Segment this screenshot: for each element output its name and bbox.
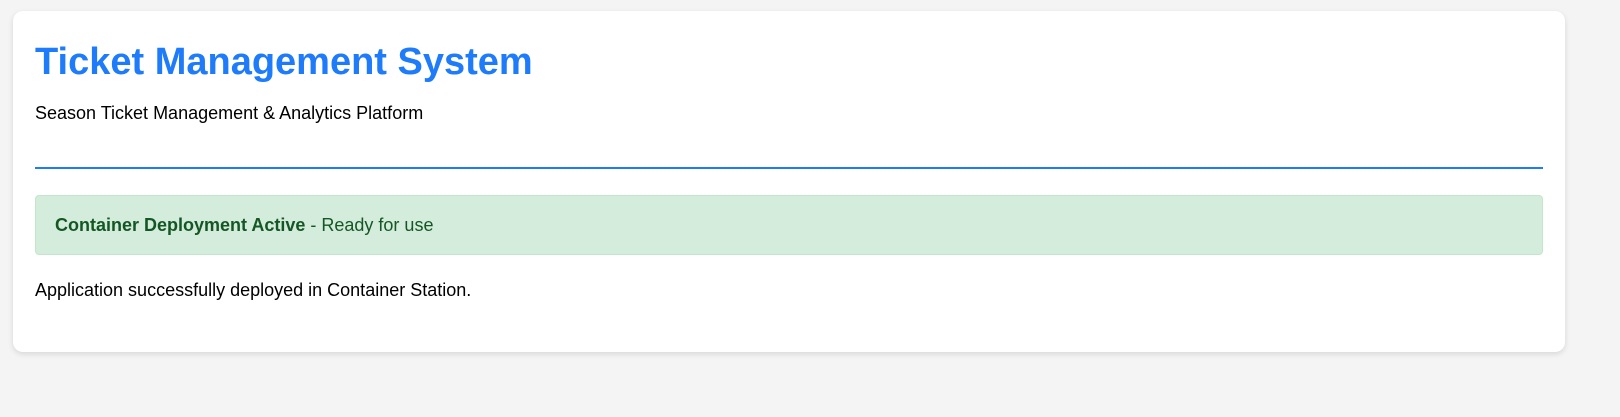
alert-title: Container Deployment Active: [55, 214, 306, 235]
page-title: Ticket Management System: [35, 41, 533, 83]
header-divider: [35, 167, 1543, 169]
status-alert: Container Deployment Active - Ready for …: [35, 195, 1543, 255]
deployment-message: Application successfully deployed in Con…: [35, 280, 472, 300]
main-card: Ticket Management System Season Ticket M…: [13, 11, 1565, 352]
page-subtitle: Season Ticket Management & Analytics Pla…: [35, 103, 424, 123]
alert-separator: -: [305, 214, 322, 235]
alert-text: Ready for use: [321, 214, 434, 235]
